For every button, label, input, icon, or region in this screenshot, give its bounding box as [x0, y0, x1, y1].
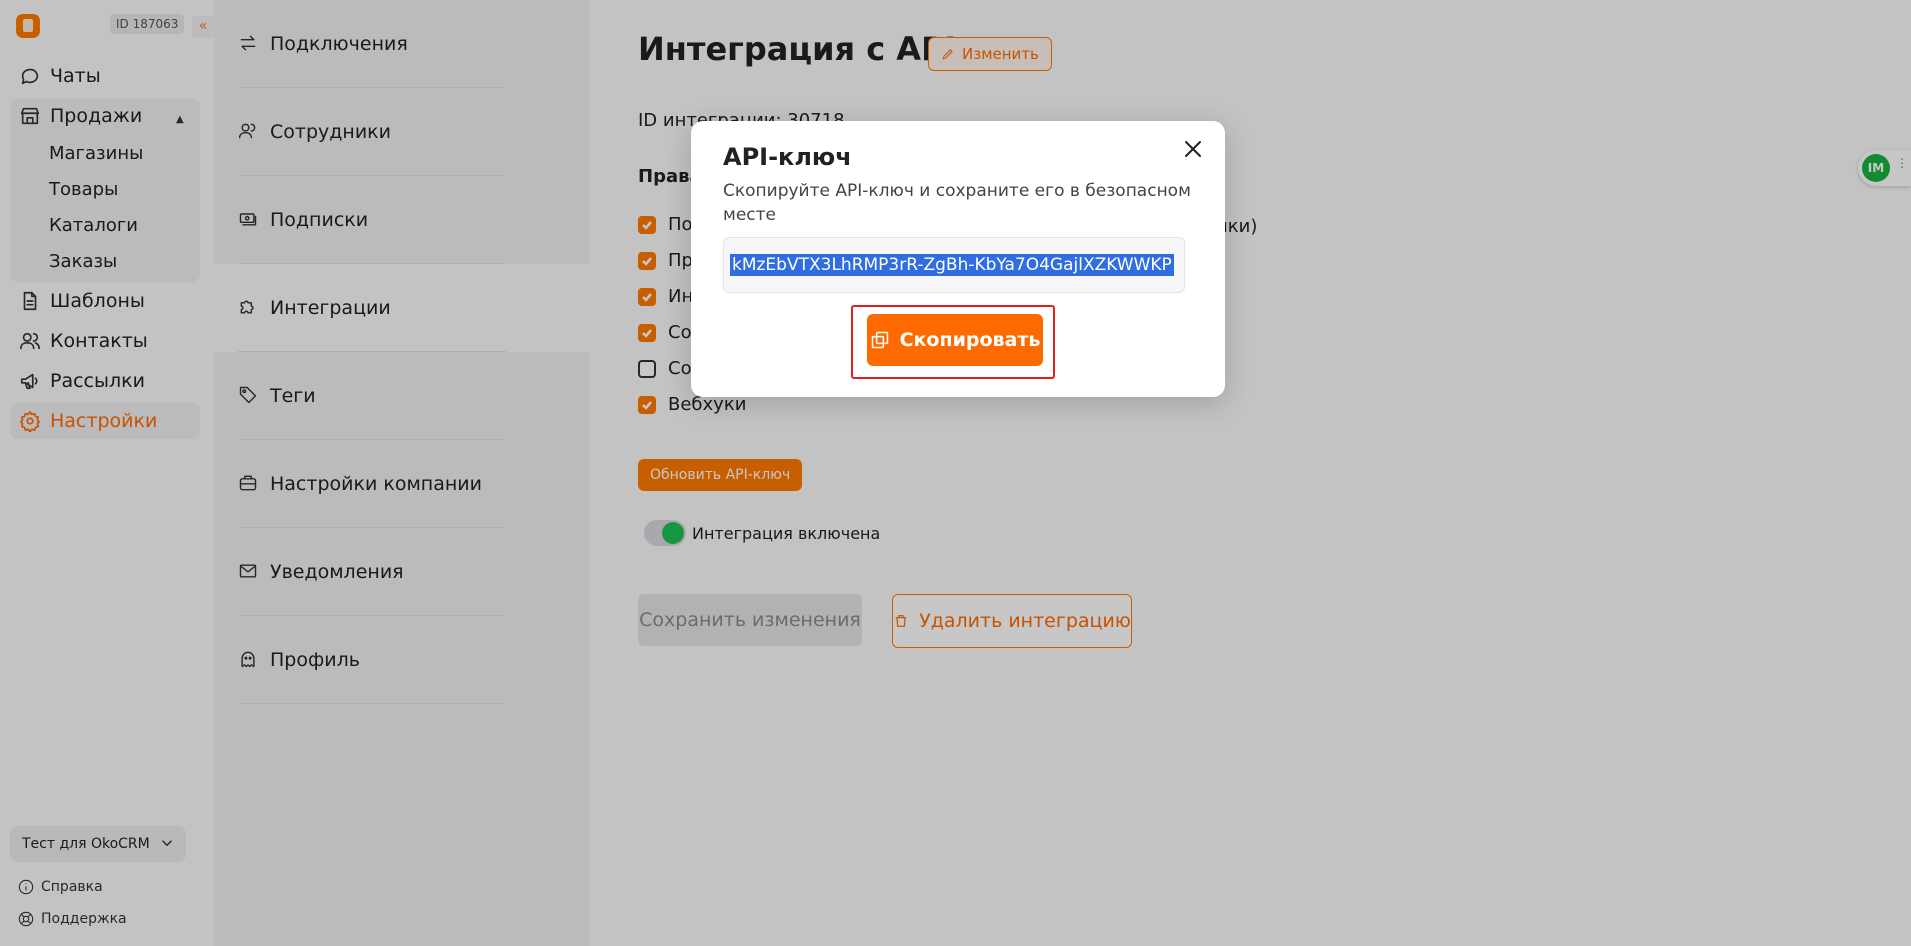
copy-icon	[871, 331, 888, 349]
api-key-field[interactable]: kMzEbVTX3LhRMP3rR-ZgBh-KbYa7O4GajlXZKWWK…	[723, 237, 1185, 293]
copy-button-label: Скопировать	[899, 329, 1041, 351]
api-key-value[interactable]: kMzEbVTX3LhRMP3rR-ZgBh-KbYa7O4GajlXZKWWK…	[730, 254, 1174, 276]
api-key-modal: API-ключ Скопируйте API-ключ и сохраните…	[691, 121, 1225, 397]
modal-description: Скопируйте API-ключ и сохраните его в бе…	[723, 181, 1191, 225]
copy-button[interactable]: Скопировать	[867, 314, 1043, 366]
modal-title: API-ключ	[723, 143, 852, 171]
close-icon[interactable]	[1179, 135, 1207, 163]
